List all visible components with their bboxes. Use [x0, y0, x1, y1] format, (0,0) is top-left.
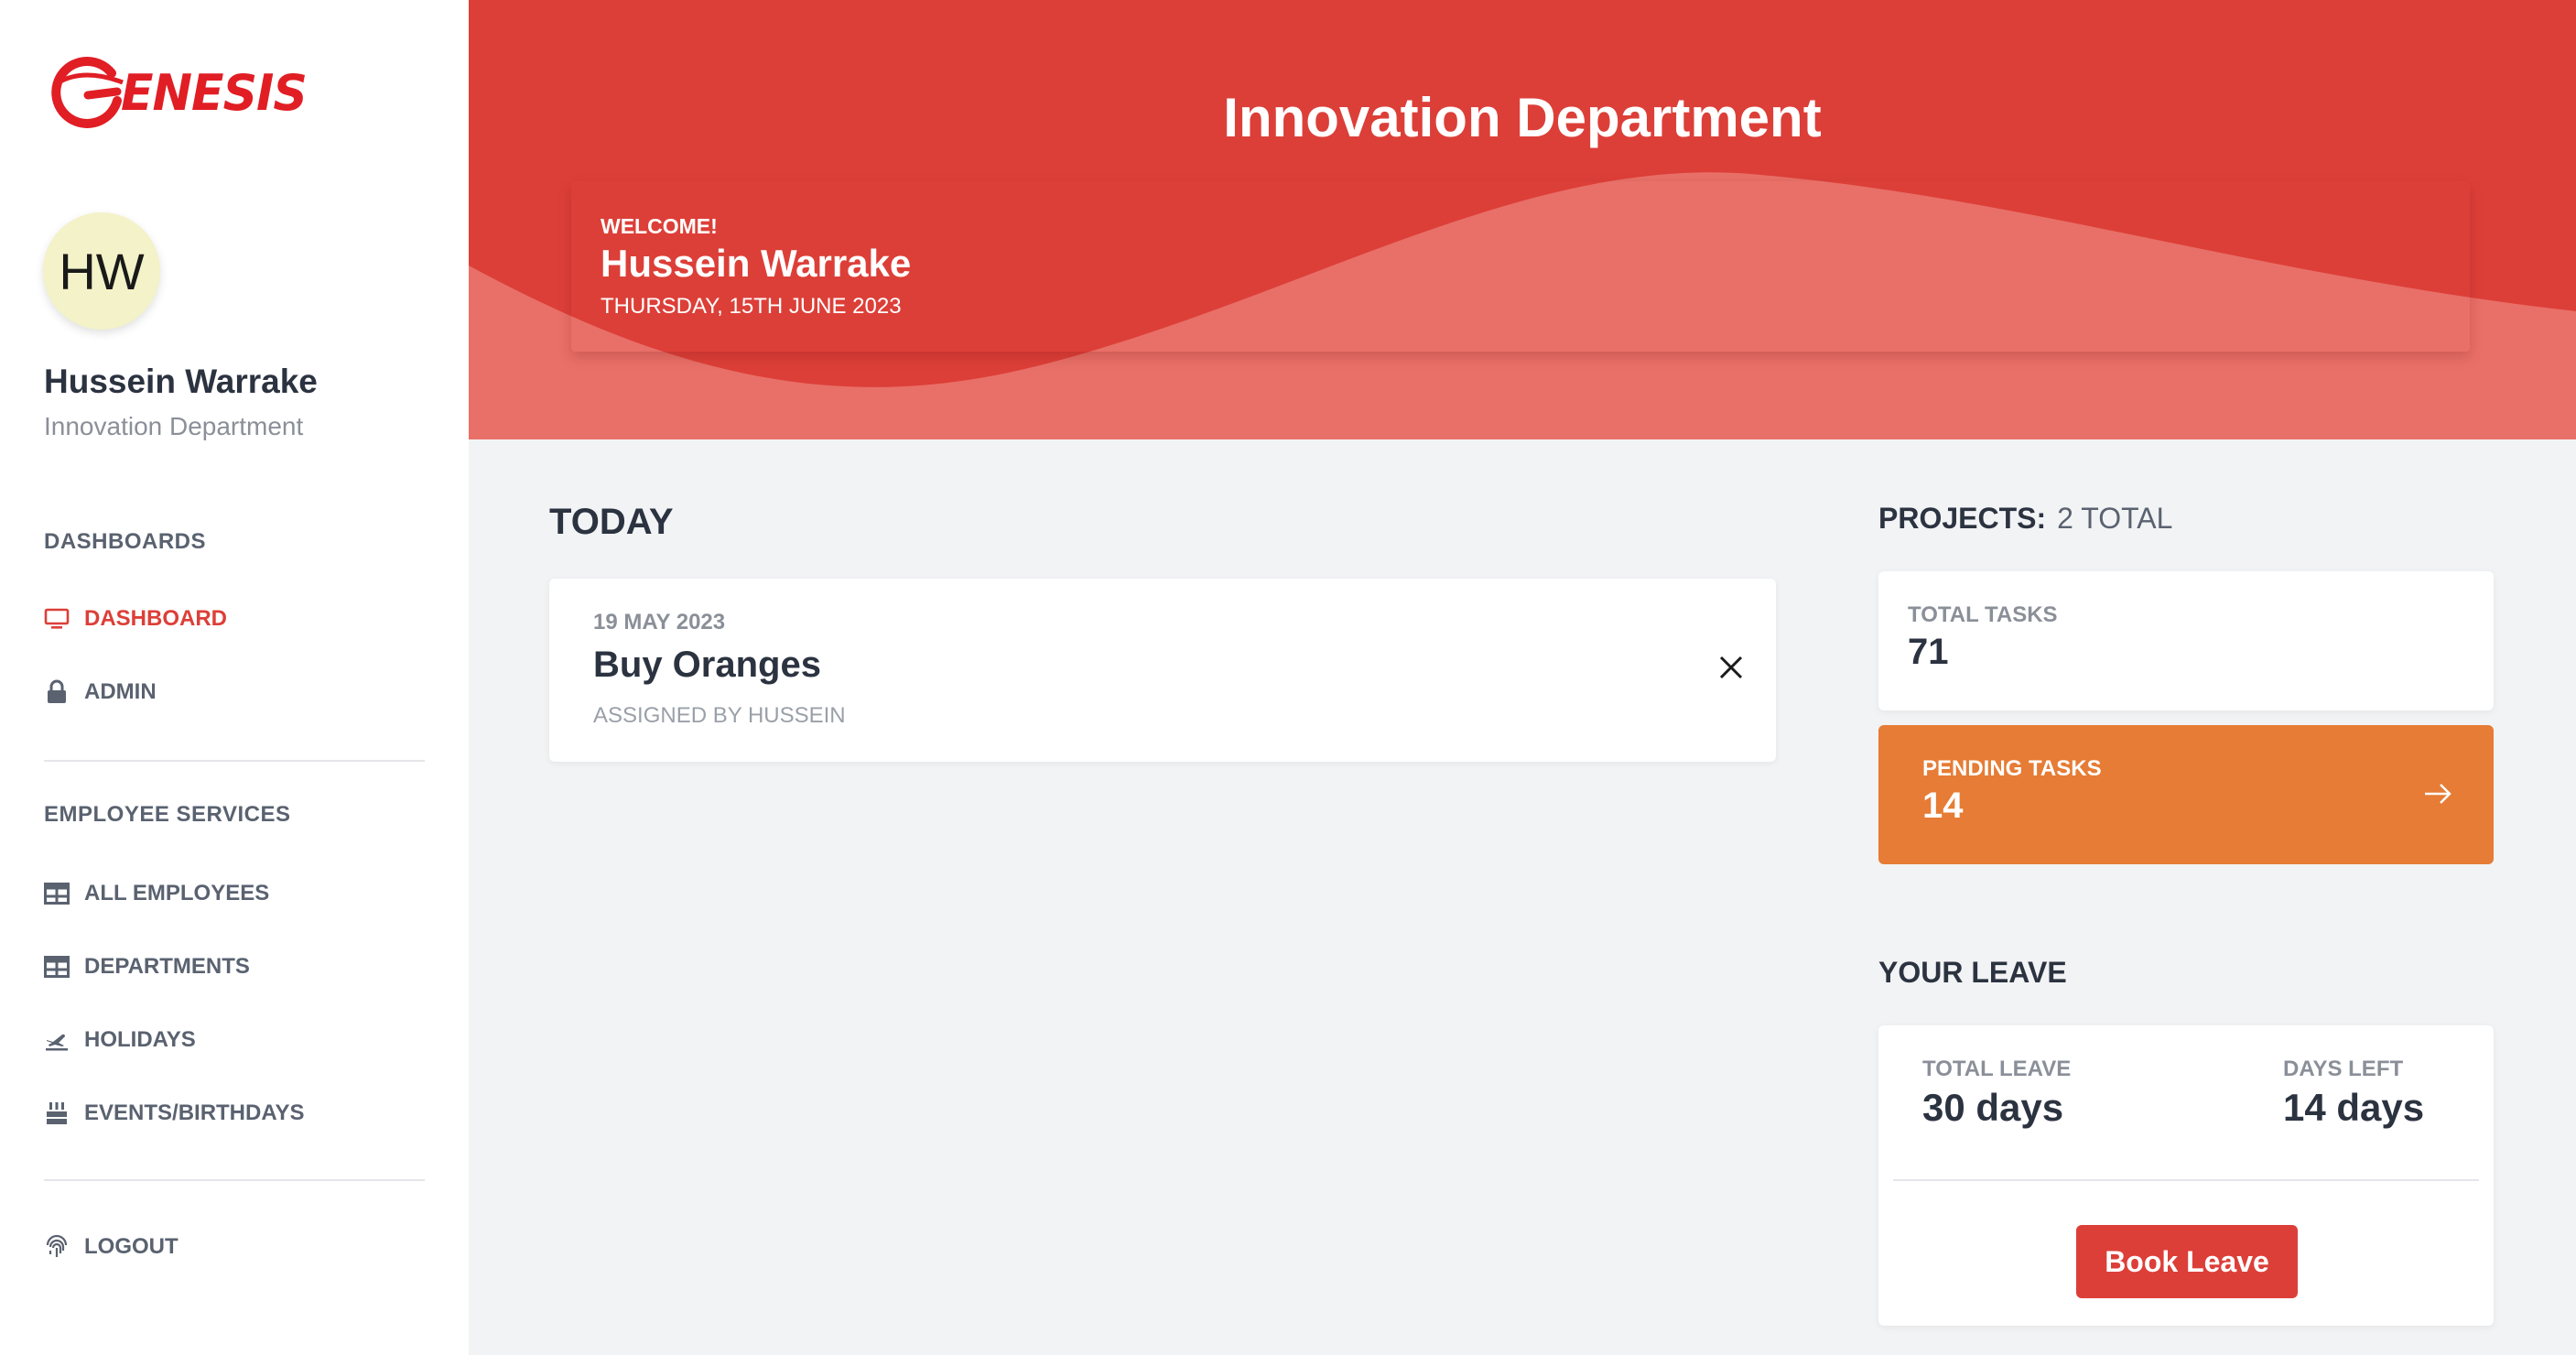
arrow-right-icon[interactable] [2422, 780, 2453, 808]
book-leave-button[interactable]: Book Leave [2076, 1225, 2298, 1298]
table-icon [44, 954, 70, 980]
cake-icon [44, 1100, 70, 1126]
sidebar-item-label: HOLIDAYS [84, 1027, 196, 1052]
total-tasks-value: 71 [1908, 632, 1949, 672]
days-left-label: DAYS LEFT [2283, 1057, 2404, 1081]
plane-icon [44, 1027, 70, 1053]
welcome-label: WELCOME! [601, 214, 718, 238]
leave-divider [1893, 1179, 2479, 1181]
sidebar-item-dashboard[interactable]: DASHBOARD [44, 606, 227, 632]
sidebar-divider [44, 760, 425, 762]
close-icon[interactable] [1717, 654, 1745, 681]
leave-card: TOTAL LEAVE 30 days DAYS LEFT 14 days Bo… [1878, 1025, 2494, 1326]
header-banner: Innovation Department [469, 0, 2576, 439]
total-leave-value: 30 days [1922, 1086, 2064, 1129]
welcome-name: Hussein Warrake [601, 242, 912, 285]
days-left-value: 14 days [2283, 1086, 2425, 1129]
sidebar-item-all-employees[interactable]: ALL EMPLOYEES [44, 881, 269, 906]
fingerprint-icon [44, 1234, 70, 1260]
logo-text: ENESIS [121, 64, 308, 123]
task-date: 19 MAY 2023 [593, 610, 726, 634]
projects-heading: PROJECTS: 2 TOTAL [1878, 502, 2172, 536]
total-tasks-label: TOTAL TASKS [1908, 602, 2058, 627]
genesis-logo[interactable]: ENESIS [48, 55, 308, 132]
task-title: Buy Oranges [593, 645, 821, 685]
welcome-date: THURSDAY, 15TH JUNE 2023 [601, 294, 902, 319]
total-tasks-card: TOTAL TASKS 71 [1878, 571, 2494, 710]
page-title: Innovation Department [1223, 87, 1822, 148]
sidebar-item-events-birthdays[interactable]: EVENTS/BIRTHDAYS [44, 1100, 305, 1126]
lock-icon [44, 679, 70, 705]
sidebar-item-label: DEPARTMENTS [84, 954, 250, 979]
sidebar-item-label: LOGOUT [84, 1234, 179, 1259]
task-card[interactable]: 19 MAY 2023 Buy Oranges ASSIGNED BY HUSS… [549, 579, 1776, 762]
total-leave-label: TOTAL LEAVE [1922, 1057, 2072, 1081]
monitor-icon [44, 606, 70, 632]
sidebar-item-label: ALL EMPLOYEES [84, 881, 270, 905]
projects-total: 2 TOTAL [2057, 502, 2173, 535]
sidebar-item-departments[interactable]: DEPARTMENTS [44, 954, 250, 980]
pending-tasks-value: 14 [1922, 786, 1964, 826]
sidebar-item-label: ADMIN [84, 679, 157, 704]
sidebar-item-logout[interactable]: LOGOUT [44, 1234, 179, 1260]
logo-mark-icon [51, 57, 124, 128]
leave-heading: YOUR LEAVE [1878, 956, 2067, 989]
section-title-dashboards: DASHBOARDS [44, 529, 207, 554]
pending-tasks-label: PENDING TASKS [1922, 756, 2102, 781]
user-department: Innovation Department [44, 412, 304, 440]
sidebar-item-label: DASHBOARD [84, 606, 227, 631]
today-heading: TODAY [549, 502, 674, 542]
sidebar-divider [44, 1179, 425, 1181]
avatar[interactable]: HW [43, 212, 160, 330]
section-title-employee-services: EMPLOYEE SERVICES [44, 802, 291, 827]
projects-label: PROJECTS: [1878, 502, 2047, 535]
table-icon [44, 881, 70, 906]
sidebar: ENESIS HW Hussein Warrake Innovation Dep… [0, 0, 469, 1355]
task-assigned-by: ASSIGNED BY HUSSEIN [593, 703, 846, 728]
sidebar-item-label: EVENTS/BIRTHDAYS [84, 1100, 305, 1125]
sidebar-item-admin[interactable]: ADMIN [44, 679, 157, 705]
pending-tasks-card[interactable]: PENDING TASKS 14 [1878, 725, 2494, 864]
user-name: Hussein Warrake [44, 363, 318, 400]
sidebar-item-holidays[interactable]: HOLIDAYS [44, 1027, 196, 1053]
